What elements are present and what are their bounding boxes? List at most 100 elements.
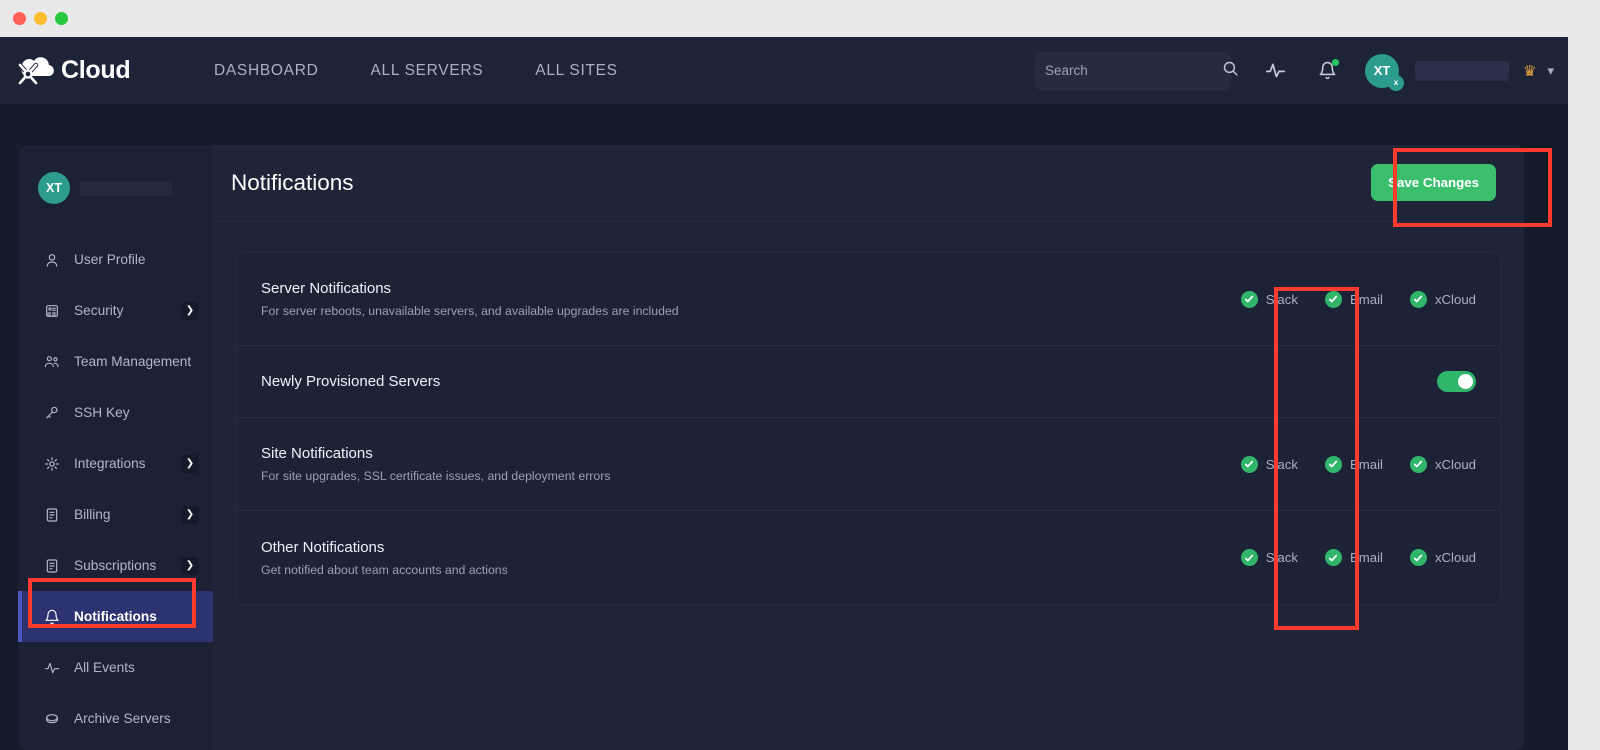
- brand-name: Cloud: [61, 56, 130, 85]
- activity-icon[interactable]: [1258, 54, 1292, 88]
- sidebar-item-notifications[interactable]: Notifications: [18, 591, 213, 642]
- nav-all-servers[interactable]: ALL SERVERS: [370, 62, 483, 80]
- checkbox-server-xcloud[interactable]: xCloud: [1410, 291, 1476, 308]
- gear-icon: [42, 456, 61, 472]
- crown-icon: ♛: [1523, 62, 1536, 80]
- minimize-window-button[interactable]: [34, 12, 47, 25]
- row-title: Other Notifications: [261, 539, 1241, 556]
- sidebar-user-name-redacted: [80, 181, 172, 196]
- settings-sidebar: XT User Profile: [18, 145, 213, 750]
- key-icon: [42, 405, 61, 421]
- checkbox-label: Slack: [1266, 457, 1298, 472]
- sidebar-item-ssh-key[interactable]: SSH Key: [18, 387, 213, 438]
- sidebar-item-label: Archive Servers: [74, 711, 171, 726]
- sidebar-item-subscriptions[interactable]: Subscriptions ❯: [18, 540, 213, 591]
- avatar-sub-badge: x: [1388, 75, 1404, 91]
- maximize-window-button[interactable]: [55, 12, 68, 25]
- sidebar-item-label: Notifications: [74, 609, 157, 624]
- check-icon: [1325, 291, 1342, 308]
- chevron-right-icon[interactable]: ❯: [181, 302, 199, 320]
- team-icon: [42, 354, 61, 370]
- sidebar-item-security[interactable]: Security ❯: [18, 285, 213, 336]
- checkbox-server-slack[interactable]: Slack: [1241, 291, 1298, 308]
- check-icon: [1325, 549, 1342, 566]
- sidebar-item-label: User Profile: [74, 252, 146, 267]
- settings-content: Notifications Save Changes Server Notifi…: [213, 145, 1524, 750]
- card-icon: [42, 558, 61, 574]
- checkbox-other-xcloud[interactable]: xCloud: [1410, 549, 1476, 566]
- nav-dashboard[interactable]: DASHBOARD: [214, 62, 318, 80]
- sidebar-item-user-profile[interactable]: User Profile: [18, 234, 213, 285]
- chevron-right-icon[interactable]: ❯: [181, 557, 199, 575]
- toggle-knob: [1458, 374, 1473, 389]
- nav-all-sites[interactable]: ALL SITES: [535, 62, 617, 80]
- app-body: XT User Profile: [0, 104, 1568, 750]
- row-controls: Slack Email: [1241, 291, 1476, 308]
- row-description: For site upgrades, SSL certificate issue…: [261, 469, 1241, 483]
- notification-card: Server Notifications For server reboots,…: [236, 252, 1501, 605]
- notification-row-site: Site Notifications For site upgrades, SS…: [237, 418, 1500, 511]
- checkbox-site-xcloud[interactable]: xCloud: [1410, 456, 1476, 473]
- chevron-right-icon[interactable]: ❯: [181, 506, 199, 524]
- checkbox-other-slack[interactable]: Slack: [1241, 549, 1298, 566]
- row-text: Other Notifications Get notified about t…: [261, 539, 1241, 577]
- primary-nav: DASHBOARD ALL SERVERS ALL SITES: [214, 62, 618, 80]
- checkbox-other-email[interactable]: Email: [1325, 549, 1383, 566]
- row-description: Get notified about team accounts and act…: [261, 563, 1241, 577]
- check-icon: [1241, 456, 1258, 473]
- checkbox-label: xCloud: [1435, 292, 1476, 307]
- chevron-right-icon[interactable]: ❯: [181, 455, 199, 473]
- row-text: Server Notifications For server reboots,…: [261, 280, 1241, 318]
- row-controls: Slack Email: [1241, 549, 1476, 566]
- sidebar-item-archive-servers[interactable]: Archive Servers: [18, 693, 213, 744]
- check-icon: [1241, 549, 1258, 566]
- toggle-newly-provisioned-servers[interactable]: [1437, 371, 1476, 392]
- search-input[interactable]: [1045, 63, 1222, 78]
- user-name-redacted: [1415, 61, 1509, 81]
- notification-badge-dot: [1332, 59, 1339, 66]
- checkbox-server-email[interactable]: Email: [1325, 291, 1383, 308]
- sidebar-user[interactable]: XT: [18, 166, 213, 210]
- sidebar-item-billing[interactable]: Billing ❯: [18, 489, 213, 540]
- checkbox-label: Email: [1350, 292, 1383, 307]
- notification-settings-list: Server Notifications For server reboots,…: [213, 222, 1524, 605]
- save-changes-button[interactable]: Save Changes: [1371, 164, 1496, 201]
- row-text: Site Notifications For site upgrades, SS…: [261, 445, 1241, 483]
- checkbox-site-email[interactable]: Email: [1325, 456, 1383, 473]
- sidebar-item-label: All Events: [74, 660, 135, 675]
- activity-icon: [42, 660, 61, 676]
- top-navigation-bar: Cloud DASHBOARD ALL SERVERS ALL SITES: [0, 37, 1568, 104]
- chevron-down-icon[interactable]: ▾: [1547, 63, 1554, 79]
- bell-icon[interactable]: [1310, 54, 1344, 88]
- sidebar-item-all-events[interactable]: All Events: [18, 642, 213, 693]
- sidebar-item-label: Subscriptions: [74, 558, 156, 573]
- row-title: Newly Provisioned Servers: [261, 373, 1437, 390]
- row-text: Newly Provisioned Servers: [261, 373, 1437, 390]
- app-window: Cloud DASHBOARD ALL SERVERS ALL SITES: [0, 0, 1568, 750]
- check-icon: [1410, 291, 1427, 308]
- card-icon: [42, 507, 61, 523]
- sidebar-avatar: XT: [38, 172, 70, 204]
- checkbox-label: Email: [1350, 550, 1383, 565]
- sidebar-menu: User Profile Security ❯: [18, 234, 213, 744]
- sidebar-item-label: Integrations: [74, 456, 146, 471]
- check-icon: [1325, 456, 1342, 473]
- check-icon: [1410, 456, 1427, 473]
- check-icon: [1410, 549, 1427, 566]
- avatar: XT x: [1365, 54, 1399, 88]
- search-box[interactable]: [1034, 52, 1231, 90]
- user-menu[interactable]: XT x ♛ ▾: [1365, 54, 1554, 88]
- notification-row-server: Server Notifications For server reboots,…: [237, 253, 1500, 346]
- notification-row-other: Other Notifications Get notified about t…: [237, 511, 1500, 604]
- brand-logo[interactable]: Cloud: [16, 53, 186, 89]
- search-icon[interactable]: [1222, 60, 1239, 82]
- top-nav-right-cluster: XT x ♛ ▾: [1034, 37, 1554, 104]
- bell-icon: [42, 609, 61, 625]
- checkbox-site-slack[interactable]: Slack: [1241, 456, 1298, 473]
- sidebar-item-team-management[interactable]: Team Management: [18, 336, 213, 387]
- close-window-button[interactable]: [13, 12, 26, 25]
- archive-icon: [42, 711, 61, 727]
- sidebar-item-integrations[interactable]: Integrations ❯: [18, 438, 213, 489]
- checkbox-label: xCloud: [1435, 457, 1476, 472]
- avatar-initials: XT: [1374, 63, 1391, 78]
